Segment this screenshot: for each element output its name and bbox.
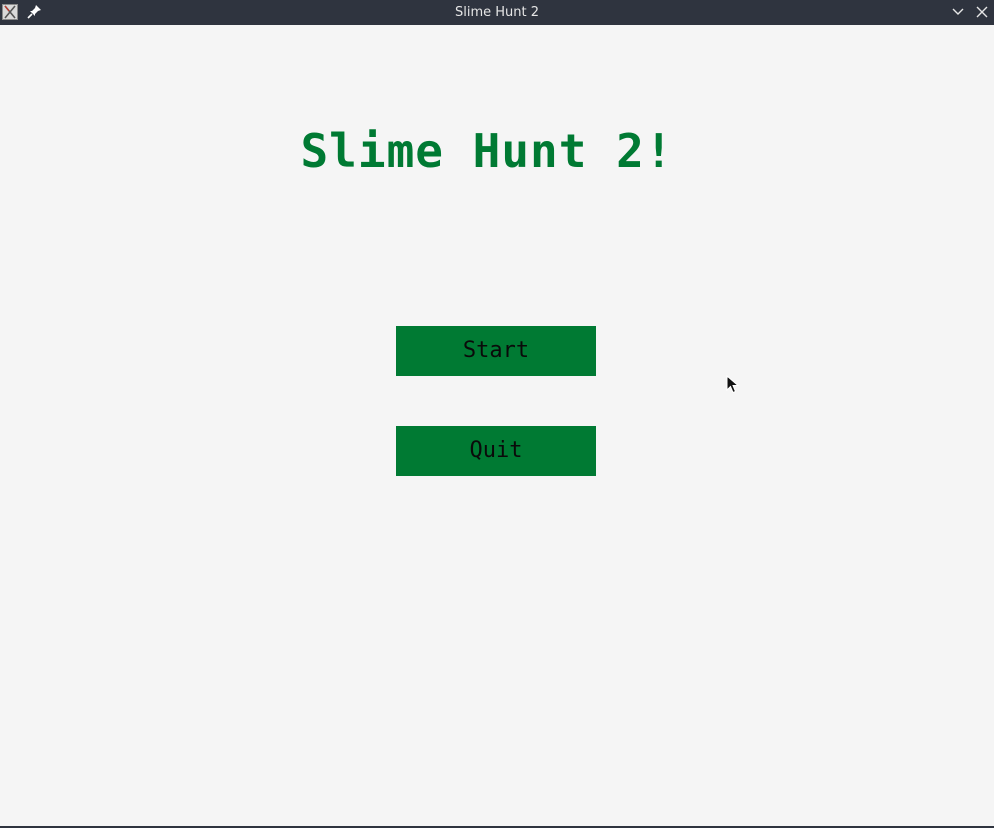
window-titlebar[interactable]: Slime Hunt 2 (0, 0, 994, 25)
window-title: Slime Hunt 2 (454, 5, 540, 20)
game-title: Slime Hunt 2! (300, 124, 674, 178)
close-icon[interactable] (974, 4, 990, 20)
start-button[interactable]: Start (396, 326, 596, 376)
game-canvas: Slime Hunt 2! Start Quit (0, 26, 994, 826)
mouse-cursor-icon (726, 374, 740, 395)
quit-button[interactable]: Quit (396, 426, 596, 476)
game-window: Slime Hunt 2 Slime Hunt 2! Start Quit (0, 0, 994, 828)
chevron-down-icon[interactable] (950, 4, 966, 20)
